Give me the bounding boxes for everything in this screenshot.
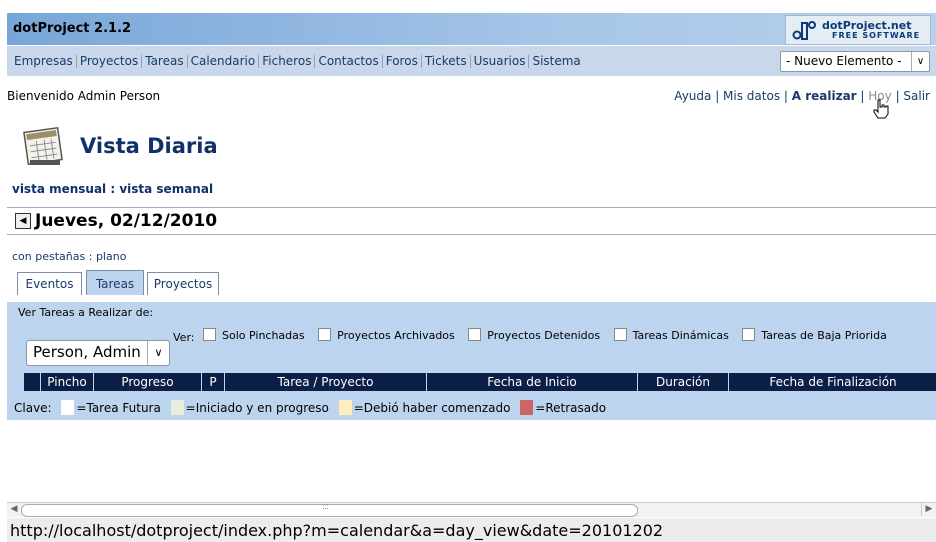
- filter-label: Proyectos Archivados: [337, 329, 455, 342]
- link-a-realizar[interactable]: A realizar: [792, 89, 857, 103]
- link-con-pestanas[interactable]: con pestañas: [12, 250, 85, 263]
- legend-label: Clave:: [14, 401, 52, 415]
- column-header-tarea-proyecto[interactable]: Tarea / Proyecto: [224, 373, 426, 391]
- top-links: Ayuda | Mis datos | A realizar | Hoy | S…: [674, 89, 930, 103]
- legend-item-future: =Tarea Futura: [76, 401, 161, 415]
- legend-swatch-in-progress: [170, 400, 184, 415]
- link-vista-mensual[interactable]: vista mensual: [12, 182, 106, 196]
- link-vista-semanal[interactable]: vista semanal: [119, 182, 213, 196]
- tab-mode-links: con pestañas : plano: [12, 250, 126, 263]
- menu-item-foros[interactable]: Foros: [383, 54, 421, 68]
- filter-label: Proyectos Detenidos: [487, 329, 601, 342]
- menu-item-usuarios[interactable]: Usuarios: [471, 54, 529, 68]
- menu-item-tareas[interactable]: Tareas: [142, 54, 186, 68]
- menu-item-calendario[interactable]: Calendario: [188, 54, 259, 68]
- window-top-gap: [0, 0, 936, 13]
- tab-tareas[interactable]: Tareas: [86, 270, 144, 295]
- logo-subtext: FREE SOFTWARE: [832, 31, 921, 40]
- legend-item-late: =Retrasado: [535, 401, 607, 415]
- checkbox[interactable]: [318, 328, 332, 341]
- filter-label: Solo Pinchadas: [222, 329, 305, 342]
- filter-tareas-baja-prioridad[interactable]: Tareas de Baja Priorida: [742, 328, 887, 342]
- tab-proyectos[interactable]: Proyectos: [147, 272, 219, 295]
- view-link-separator: :: [106, 182, 120, 196]
- checkbox[interactable]: [203, 328, 216, 341]
- previous-day-button[interactable]: ◀: [15, 213, 31, 229]
- checkbox[interactable]: [613, 328, 627, 341]
- menu-item-contactos[interactable]: Contactos: [315, 54, 381, 68]
- filter-proyectos-archivados[interactable]: Proyectos Archivados: [318, 328, 455, 342]
- task-filters: Solo Pinchadas Proyectos Archivados Proy…: [203, 328, 897, 342]
- menu-item-ficheros[interactable]: Ficheros: [259, 54, 314, 68]
- scroll-left-icon[interactable]: ◀: [7, 503, 21, 516]
- link-separator: |: [891, 89, 904, 103]
- filter-solo-pinchadas[interactable]: Solo Pinchadas: [203, 328, 305, 342]
- column-header-duracion[interactable]: Duración: [637, 373, 728, 391]
- legend-item-should-have-started: =Debió haber comenzado: [353, 401, 511, 415]
- legend-swatch-future: [61, 400, 75, 415]
- legend-swatch-late: [520, 400, 534, 415]
- user-select-value: Person, Admin: [33, 343, 141, 361]
- menu-item-proyectos[interactable]: Proyectos: [77, 54, 141, 68]
- column-header-fecha-finalizacion[interactable]: Fecha de Finalización: [728, 373, 936, 391]
- new-element-select[interactable]: - Nuevo Elemento - ∨: [780, 51, 930, 72]
- date-navigation-bar: ◀ Jueves, 02/12/2010: [7, 207, 936, 235]
- user-select[interactable]: Person, Admin ∨: [26, 340, 170, 366]
- checkbox[interactable]: [468, 328, 482, 341]
- ver-label: Ver:: [173, 331, 195, 344]
- view-links: vista mensual : vista semanal: [12, 182, 213, 196]
- column-header-p[interactable]: P: [201, 373, 224, 391]
- dotproject-logo-icon: [792, 21, 816, 40]
- column-header-fecha-inicio[interactable]: Fecha de Inicio: [426, 373, 637, 391]
- link-separator: |: [856, 89, 869, 103]
- menu-item-tickets[interactable]: Tickets: [422, 54, 470, 68]
- legend-item-in-progress: =Iniciado y en progreso: [185, 401, 329, 415]
- menu-item-sistema[interactable]: Sistema: [529, 54, 583, 68]
- view-tasks-label: Ver Tareas a Realizar de:: [18, 306, 154, 319]
- legend-swatch-should-have-started: [338, 400, 352, 415]
- menu-items: Empresas Proyectos Tareas Calendario Fichero…: [11, 54, 584, 68]
- legend: Clave: =Tarea Futura =Iniciado y en prog…: [14, 400, 606, 415]
- tab-mode-separator: :: [85, 250, 96, 263]
- link-mis-datos[interactable]: Mis datos: [723, 89, 780, 103]
- new-element-select-value: - Nuevo Elemento -: [786, 54, 902, 68]
- main-menu: Empresas Proyectos Tareas Calendario Fichero…: [7, 46, 936, 76]
- current-date: Jueves, 02/12/2010: [35, 211, 218, 231]
- scroll-right-icon[interactable]: ▶: [921, 503, 936, 516]
- grip-icon: :::: [322, 502, 329, 512]
- filter-label: Tareas de Baja Priorida: [761, 329, 887, 342]
- scrollbar-thumb[interactable]: :::: [21, 502, 638, 517]
- calendar-icon: [23, 126, 63, 166]
- hand-cursor-icon: [873, 99, 889, 119]
- welcome-text: Bienvenido Admin Person: [7, 89, 161, 103]
- app-header: dotProject 2.1.2 dotProject.net FREE SOF…: [7, 13, 936, 46]
- dotproject-logo[interactable]: dotProject.net FREE SOFTWARE: [785, 15, 931, 45]
- menu-item-empresas[interactable]: Empresas: [11, 54, 76, 68]
- page-title: Vista Diaria: [80, 134, 218, 158]
- column-header-pincho[interactable]: Pincho: [40, 373, 93, 391]
- browser-status-bar: http://localhost/dotproject/index.php?m=…: [7, 518, 936, 542]
- link-ayuda[interactable]: Ayuda: [674, 89, 711, 103]
- app-title: dotProject 2.1.2: [13, 21, 132, 36]
- link-salir[interactable]: Salir: [903, 89, 930, 103]
- filter-proyectos-detenidos[interactable]: Proyectos Detenidos: [468, 328, 601, 342]
- tab-eventos[interactable]: Eventos: [17, 272, 82, 295]
- link-separator: |: [780, 89, 792, 103]
- link-separator: |: [711, 89, 724, 103]
- status-url: http://localhost/dotproject/index.php?m=…: [10, 521, 664, 540]
- arrow-left-icon: ◀: [19, 216, 27, 226]
- filter-tareas-dinamicas[interactable]: Tareas Dinámicas: [613, 328, 729, 342]
- column-header-blank: [24, 373, 39, 391]
- column-header-progreso[interactable]: Progreso: [93, 373, 201, 391]
- link-plano[interactable]: plano: [96, 250, 126, 263]
- tasks-table-header: Pincho Progreso P Tarea / Proyecto Fecha…: [24, 373, 936, 391]
- filter-label: Tareas Dinámicas: [632, 329, 729, 342]
- chevron-down-icon: ∨: [147, 341, 169, 365]
- horizontal-scrollbar[interactable]: ◀ ::: ▶: [7, 502, 936, 517]
- chevron-down-icon: ∨: [911, 52, 929, 71]
- checkbox[interactable]: [742, 328, 756, 341]
